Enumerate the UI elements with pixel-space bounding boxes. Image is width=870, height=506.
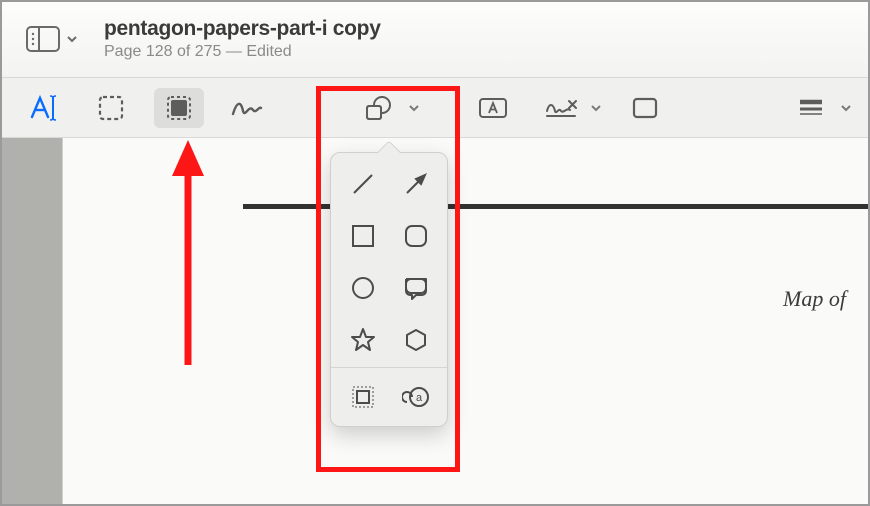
- chevron-down-icon: [66, 33, 78, 45]
- shape-loupe[interactable]: a: [394, 378, 437, 416]
- titlebar: pentagon-papers-part-i copy Page 128 of …: [0, 0, 870, 78]
- text-cursor-icon: [29, 95, 57, 121]
- sign-tool-group[interactable]: [536, 88, 602, 128]
- shape-star[interactable]: [341, 321, 384, 359]
- speech-bubble-icon: [402, 275, 430, 301]
- redact-icon: [166, 95, 192, 121]
- textbox-tool[interactable]: [468, 88, 518, 128]
- textbox-icon: [478, 97, 508, 119]
- scribble-icon: [231, 98, 263, 118]
- document-title: pentagon-papers-part-i copy: [104, 17, 381, 41]
- document-subtitle: Page 128 of 275 — Edited: [104, 43, 381, 61]
- border-tool-group[interactable]: [786, 88, 852, 128]
- shape-arrow[interactable]: [394, 165, 437, 203]
- title-area: pentagon-papers-part-i copy Page 128 of …: [104, 17, 381, 61]
- sidebar-toggle[interactable]: [18, 20, 86, 58]
- rounded-rectangle-icon: [403, 223, 429, 249]
- shape-style-tool[interactable]: [620, 88, 670, 128]
- redact-tool[interactable]: [154, 88, 204, 128]
- shapes-tool[interactable]: [354, 88, 404, 128]
- rectangle-icon: [350, 223, 376, 249]
- signature-icon: [543, 97, 579, 119]
- page-gutter: [0, 138, 62, 506]
- square-icon: [632, 97, 658, 119]
- shape-rectangle[interactable]: [341, 217, 384, 255]
- text-tool[interactable]: [18, 88, 68, 128]
- shapes-icon: [364, 95, 394, 121]
- line-icon: [349, 170, 377, 198]
- page-text-mapof: Map of: [783, 286, 846, 312]
- shape-oval[interactable]: [341, 269, 384, 307]
- lines-icon: [798, 99, 824, 117]
- shape-rounded-rectangle[interactable]: [394, 217, 437, 255]
- shape-line[interactable]: [341, 165, 384, 203]
- hexagon-icon: [403, 327, 429, 353]
- chevron-down-icon: [408, 102, 420, 114]
- shapes-popover: a: [330, 152, 448, 427]
- loupe-icon: a: [402, 384, 430, 410]
- chevron-down-icon: [590, 102, 602, 114]
- marquee-icon: [98, 95, 124, 121]
- sign-tool[interactable]: [536, 88, 586, 128]
- star-icon: [349, 326, 377, 354]
- markup-toolbar: [0, 78, 870, 138]
- shape-hexagon[interactable]: [394, 321, 437, 359]
- svg-text:a: a: [416, 392, 423, 404]
- border-tool[interactable]: [786, 88, 836, 128]
- shape-speech-bubble[interactable]: [394, 269, 437, 307]
- arrow-icon: [402, 170, 430, 198]
- chevron-down-icon: [840, 102, 852, 114]
- selection-tool[interactable]: [86, 88, 136, 128]
- oval-icon: [350, 275, 376, 301]
- shapes-tool-group[interactable]: [354, 88, 420, 128]
- shape-mask[interactable]: [341, 378, 384, 416]
- page-content[interactable]: Map of: [62, 138, 870, 506]
- sketch-tool[interactable]: [222, 88, 272, 128]
- mask-icon: [350, 384, 376, 410]
